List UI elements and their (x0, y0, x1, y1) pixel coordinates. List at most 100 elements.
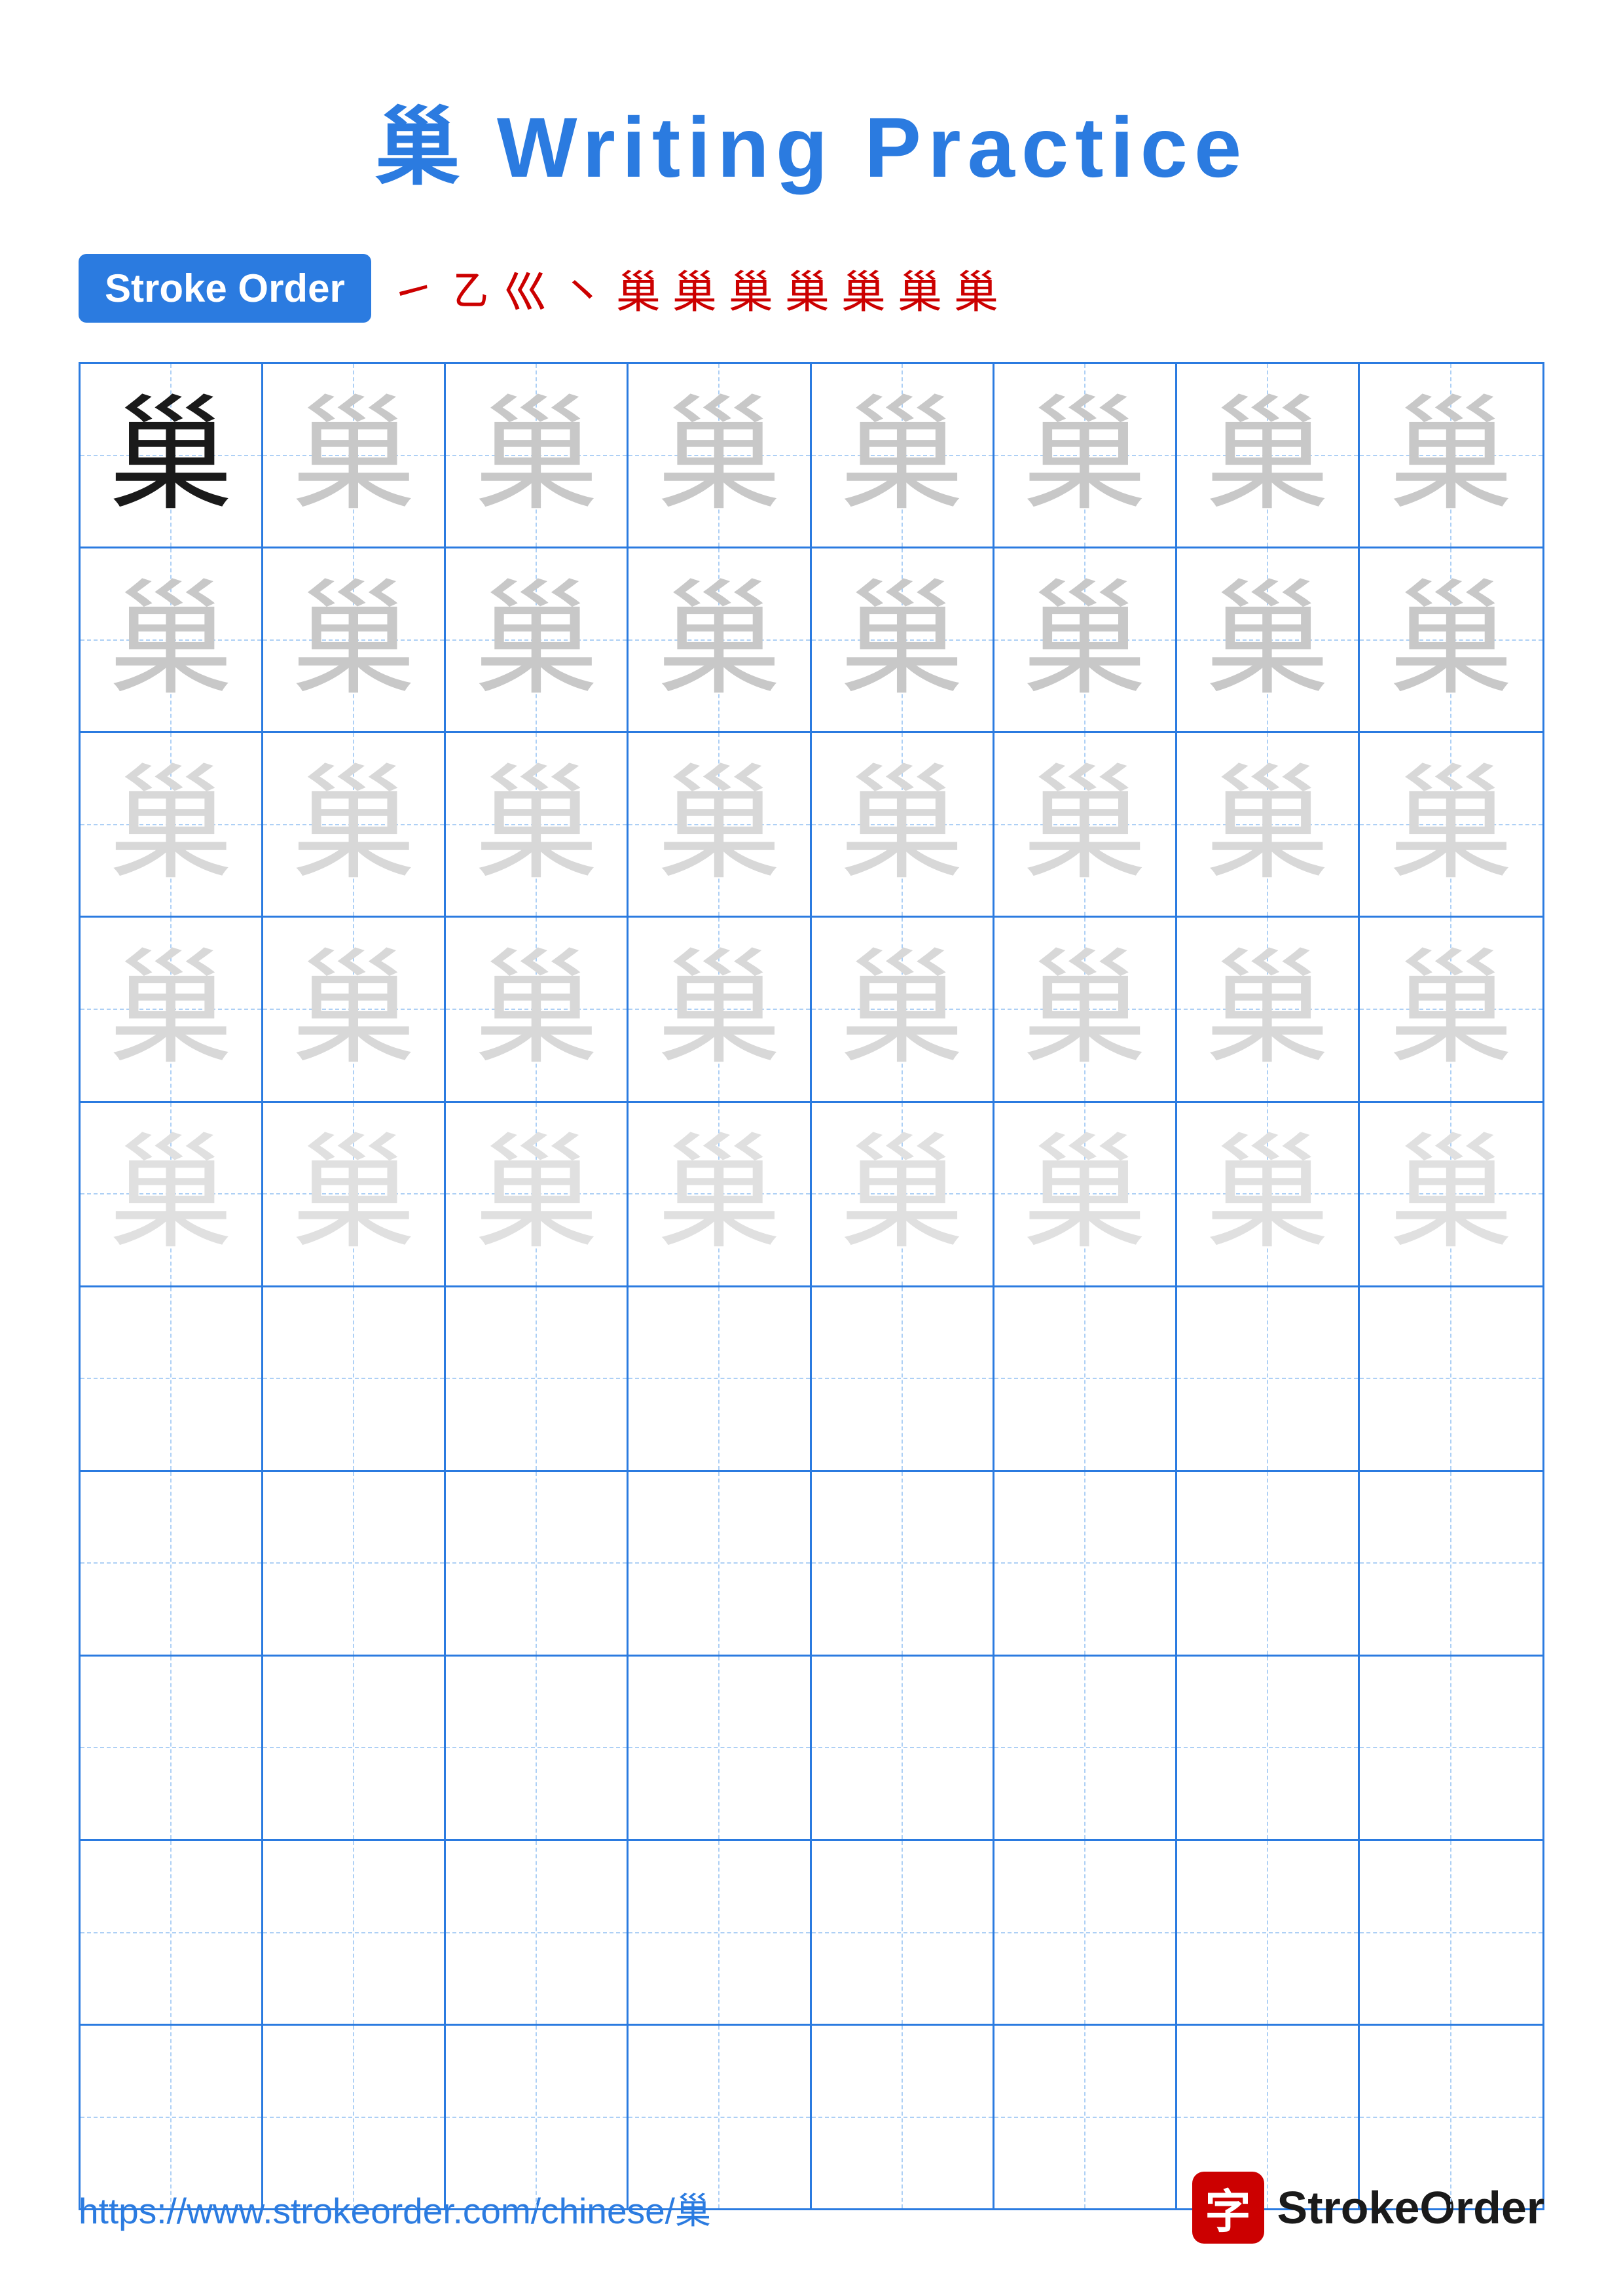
title-chinese-char: 巢 (375, 99, 467, 195)
grid-row-8 (81, 1657, 1542, 1841)
practice-grid: 巢 巢 巢 巢 巢 巢 巢 巢 巢 巢 巢 (79, 362, 1544, 2210)
grid-cell-5-8[interactable]: 巢 (1360, 1103, 1542, 1285)
grid-cell-8-1[interactable] (81, 1657, 263, 1839)
grid-cell-2-7[interactable]: 巢 (1177, 548, 1360, 731)
grid-cell-1-6[interactable]: 巢 (994, 364, 1177, 547)
grid-cell-8-6[interactable] (994, 1657, 1177, 1839)
grid-cell-8-4[interactable] (629, 1657, 811, 1839)
grid-row-2: 巢 巢 巢 巢 巢 巢 巢 巢 (81, 548, 1542, 733)
grid-cell-4-5[interactable]: 巢 (812, 918, 994, 1100)
footer-url[interactable]: https://www.strokeorder.com/chinese/巢 (79, 2181, 711, 2234)
grid-cell-7-4[interactable] (629, 1472, 811, 1655)
practice-char: 巢 (657, 762, 781, 887)
stroke-11: 巢 (954, 256, 998, 321)
grid-cell-2-5[interactable]: 巢 (812, 548, 994, 731)
grid-cell-8-8[interactable] (1360, 1657, 1542, 1839)
grid-cell-2-8[interactable]: 巢 (1360, 548, 1542, 731)
footer: https://www.strokeorder.com/chinese/巢 字 … (0, 2172, 1623, 2244)
grid-cell-4-2[interactable]: 巢 (263, 918, 446, 1100)
grid-cell-1-3[interactable]: 巢 (446, 364, 629, 547)
grid-cell-6-3[interactable] (446, 1287, 629, 1470)
grid-cell-6-6[interactable] (994, 1287, 1177, 1470)
grid-cell-9-1[interactable] (81, 1841, 263, 2024)
grid-cell-6-8[interactable] (1360, 1287, 1542, 1470)
practice-char: 巢 (1205, 1132, 1330, 1256)
grid-cell-4-1[interactable]: 巢 (81, 918, 263, 1100)
grid-cell-9-8[interactable] (1360, 1841, 1542, 2024)
grid-cell-6-1[interactable] (81, 1287, 263, 1470)
grid-cell-7-3[interactable] (446, 1472, 629, 1655)
grid-cell-8-2[interactable] (263, 1657, 446, 1839)
stroke-9: 巢 (841, 256, 886, 321)
grid-cell-3-3[interactable]: 巢 (446, 733, 629, 916)
grid-cell-1-5[interactable]: 巢 (812, 364, 994, 547)
grid-cell-3-8[interactable]: 巢 (1360, 733, 1542, 916)
grid-cell-4-8[interactable]: 巢 (1360, 918, 1542, 1100)
grid-cell-9-3[interactable] (446, 1841, 629, 2024)
grid-cell-7-1[interactable] (81, 1472, 263, 1655)
practice-char: 巢 (474, 393, 598, 518)
stroke-order-chars: ㇀ ㇠ 巛 ㇔ 巢 巢 巢 巢 巢 巢 巢 (391, 256, 998, 321)
footer-logo-icon: 字 (1192, 2172, 1264, 2244)
practice-char: 巢 (109, 393, 233, 518)
practice-char: 巢 (657, 1132, 781, 1256)
grid-cell-4-6[interactable]: 巢 (994, 918, 1177, 1100)
stroke-order-badge: Stroke Order (79, 254, 371, 323)
grid-cell-5-2[interactable]: 巢 (263, 1103, 446, 1285)
grid-cell-9-4[interactable] (629, 1841, 811, 2024)
grid-cell-5-3[interactable]: 巢 (446, 1103, 629, 1285)
grid-cell-9-6[interactable] (994, 1841, 1177, 2024)
grid-cell-1-7[interactable]: 巢 (1177, 364, 1360, 547)
grid-cell-5-1[interactable]: 巢 (81, 1103, 263, 1285)
grid-cell-7-8[interactable] (1360, 1472, 1542, 1655)
grid-cell-4-7[interactable]: 巢 (1177, 918, 1360, 1100)
grid-cell-5-5[interactable]: 巢 (812, 1103, 994, 1285)
grid-cell-3-1[interactable]: 巢 (81, 733, 263, 916)
grid-cell-5-4[interactable]: 巢 (629, 1103, 811, 1285)
grid-cell-8-5[interactable] (812, 1657, 994, 1839)
grid-cell-1-1[interactable]: 巢 (81, 364, 263, 547)
practice-char: 巢 (291, 578, 416, 702)
grid-cell-3-6[interactable]: 巢 (994, 733, 1177, 916)
grid-cell-1-2[interactable]: 巢 (263, 364, 446, 547)
grid-cell-6-4[interactable] (629, 1287, 811, 1470)
grid-cell-5-6[interactable]: 巢 (994, 1103, 1177, 1285)
grid-cell-8-3[interactable] (446, 1657, 629, 1839)
grid-cell-9-2[interactable] (263, 1841, 446, 2024)
practice-char: 巢 (291, 393, 416, 518)
grid-cell-1-8[interactable]: 巢 (1360, 364, 1542, 547)
practice-char: 巢 (657, 947, 781, 1071)
grid-cell-6-2[interactable] (263, 1287, 446, 1470)
grid-cell-3-7[interactable]: 巢 (1177, 733, 1360, 916)
grid-cell-2-4[interactable]: 巢 (629, 548, 811, 731)
grid-row-9 (81, 1841, 1542, 2026)
grid-cell-6-7[interactable] (1177, 1287, 1360, 1470)
grid-row-7 (81, 1472, 1542, 1657)
grid-cell-2-1[interactable]: 巢 (81, 548, 263, 731)
grid-cell-7-5[interactable] (812, 1472, 994, 1655)
grid-cell-8-7[interactable] (1177, 1657, 1360, 1839)
grid-cell-6-5[interactable] (812, 1287, 994, 1470)
grid-cell-1-4[interactable]: 巢 (629, 364, 811, 547)
practice-char: 巢 (840, 762, 964, 887)
grid-cell-3-5[interactable]: 巢 (812, 733, 994, 916)
practice-char: 巢 (1389, 762, 1513, 887)
grid-cell-4-4[interactable]: 巢 (629, 918, 811, 1100)
grid-cell-2-6[interactable]: 巢 (994, 548, 1177, 731)
grid-cell-7-7[interactable] (1177, 1472, 1360, 1655)
footer-logo: 字 StrokeOrder (1192, 2172, 1544, 2244)
grid-cell-7-6[interactable] (994, 1472, 1177, 1655)
practice-char: 巢 (474, 947, 598, 1071)
stroke-1: ㇀ (391, 256, 435, 321)
title-text: Writing Practice (467, 99, 1248, 195)
grid-cell-3-2[interactable]: 巢 (263, 733, 446, 916)
grid-cell-2-2[interactable]: 巢 (263, 548, 446, 731)
practice-char: 巢 (291, 1132, 416, 1256)
grid-cell-2-3[interactable]: 巢 (446, 548, 629, 731)
grid-cell-3-4[interactable]: 巢 (629, 733, 811, 916)
grid-cell-4-3[interactable]: 巢 (446, 918, 629, 1100)
grid-cell-7-2[interactable] (263, 1472, 446, 1655)
grid-cell-9-5[interactable] (812, 1841, 994, 2024)
grid-cell-9-7[interactable] (1177, 1841, 1360, 2024)
grid-cell-5-7[interactable]: 巢 (1177, 1103, 1360, 1285)
